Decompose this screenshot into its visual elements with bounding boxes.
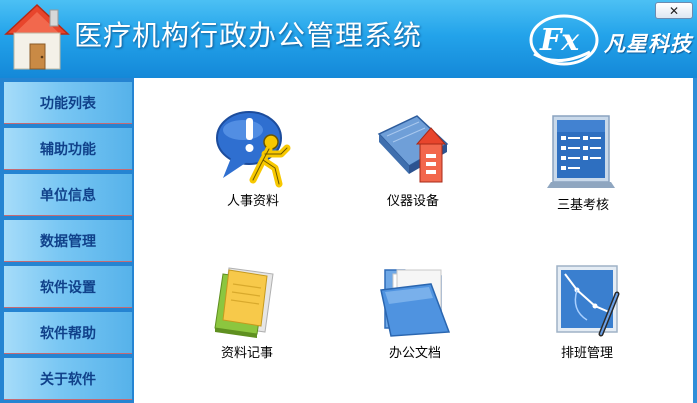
checklist-board-icon: [547, 115, 615, 188]
sidebar-item-label: 软件设置: [40, 279, 96, 296]
sidebar-item-label: 功能列表: [40, 95, 96, 112]
sidebar-item-label: 辅助功能: [40, 141, 96, 158]
tile-scheduling[interactable]: 排班管理: [532, 260, 642, 370]
notebook-icon: [214, 267, 274, 338]
tile-label: 排班管理: [560, 346, 613, 361]
sidebar-item-data-management[interactable]: 数据管理: [4, 220, 132, 262]
tile-equipment[interactable]: 仪器设备: [358, 108, 468, 218]
window-border: [693, 78, 697, 403]
tile-label: 资料记事: [220, 346, 273, 361]
chart-pen-icon: [556, 265, 620, 337]
sidebar-item-settings[interactable]: 软件设置: [4, 266, 132, 308]
tile-documents[interactable]: 办公文档: [360, 260, 470, 370]
tile-personnel[interactable]: 人事资料: [198, 108, 308, 218]
person-chat-icon: [216, 111, 291, 188]
sidebar-item-unit-info[interactable]: 单位信息: [4, 174, 132, 216]
tile-label: 仪器设备: [386, 194, 439, 209]
tile-label: 办公文档: [388, 346, 441, 361]
sidebar-item-function-list[interactable]: 功能列表: [4, 82, 132, 124]
tile-label: 三基考核: [556, 198, 609, 213]
title-bar: 医疗机构行政办公管理系统 Fx 凡星科技: [0, 0, 697, 78]
house-icon: [4, 3, 70, 70]
brand-logo: Fx: [529, 14, 599, 66]
sidebar-item-label: 软件帮助: [40, 325, 96, 342]
sidebar-item-label: 单位信息: [40, 187, 96, 204]
device-house-icon: [377, 115, 449, 183]
sidebar-item-label: 关于软件: [40, 371, 96, 388]
tile-assessment[interactable]: 三基考核: [528, 112, 638, 222]
sidebar-item-help[interactable]: 软件帮助: [4, 312, 132, 354]
sidebar-item-label: 数据管理: [40, 233, 96, 250]
tile-label: 人事资料: [226, 194, 279, 209]
close-button[interactable]: ✕: [655, 2, 693, 19]
folder-icon: [380, 269, 451, 337]
logo-text: Fx: [539, 23, 580, 58]
tile-notes[interactable]: 资料记事: [192, 260, 302, 370]
app-title: 医疗机构行政办公管理系统: [74, 19, 423, 52]
sidebar-item-about[interactable]: 关于软件: [4, 358, 132, 400]
sidebar: 功能列表 辅助功能 单位信息 数据管理 软件设置 软件帮助 关于软件: [0, 78, 134, 403]
brand-name: 凡星科技: [604, 31, 692, 56]
main-panel: 人事资料 仪器设备 三基考核 资料记事 办公文档 排班管理: [134, 78, 693, 403]
close-icon: ✕: [668, 3, 680, 18]
sidebar-item-auxiliary[interactable]: 辅助功能: [4, 128, 132, 170]
